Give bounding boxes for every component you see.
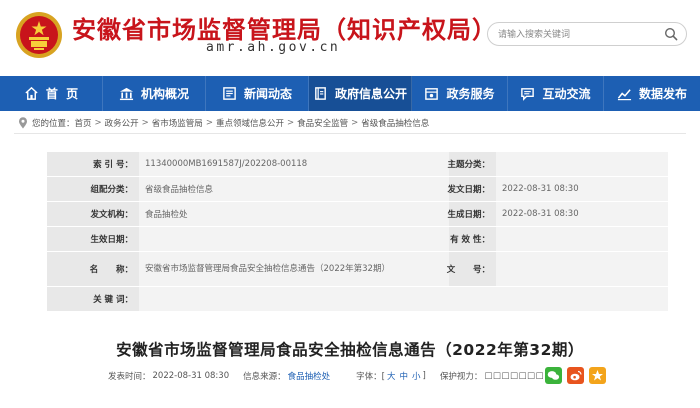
nav-item-home[interactable]: 首 页: [0, 76, 103, 111]
news-icon: [223, 87, 236, 100]
font-size-bracket: ]: [422, 371, 426, 381]
nav-label: 机构概况: [140, 87, 189, 101]
font-size-label: 字体：[: [356, 372, 385, 382]
document-meta-table: 索 引 号： 11340000MB1691587J/202208-00118 主…: [47, 152, 668, 312]
nav-label: 政府信息公开: [334, 87, 407, 101]
breadcrumb-gov-affairs[interactable]: 政务公开: [105, 117, 139, 129]
article-info-bar: 发表时间： 2022-08-31 08:30 信息来源： 食品抽检处 字体：[ …: [108, 369, 553, 383]
date-value: 2022-08-31 08:30: [496, 177, 668, 201]
share-wechat-button[interactable]: [545, 367, 562, 384]
breadcrumb-key-areas[interactable]: 重点领域信息公开: [216, 117, 284, 129]
nav-item-news[interactable]: 新闻动态: [206, 76, 309, 111]
nav-item-data[interactable]: 数据发布: [604, 76, 700, 111]
table-row: 索 引 号： 11340000MB1691587J/202208-00118 主…: [47, 152, 668, 177]
chat-icon: [521, 88, 535, 101]
topic-value: [496, 152, 668, 176]
index-value: 11340000MB1691587J/202208-00118: [139, 152, 449, 176]
font-large-button[interactable]: 大: [387, 370, 396, 382]
site-header: 安徽省市场监督管理局（知识产权局） amr.ah.gov.cn: [0, 0, 700, 76]
book-icon: [315, 87, 326, 100]
org-label: 发文机构：: [47, 202, 139, 226]
validity-value: [496, 227, 668, 251]
index-label: 索 引 号：: [47, 152, 139, 176]
effective-label: 生效日期：: [47, 227, 139, 251]
topic-label: 主题分类：: [447, 152, 496, 176]
nav-item-services[interactable]: 政务服务: [412, 76, 508, 111]
font-small-button[interactable]: 小: [412, 370, 421, 382]
share-weibo-button[interactable]: [567, 367, 584, 384]
main-nav: 首 页 机构概况 新闻动态 政府信息公开 政务服务 互动交流 数据发布: [0, 76, 700, 111]
breadcrumb-food-inspection[interactable]: 省级食品抽检信息: [361, 117, 429, 129]
table-row: 发文机构： 食品抽检处 生成日期： 2022-08-31 08:30: [47, 202, 668, 227]
table-row: 组配分类： 省级食品抽检信息 发文日期： 2022-08-31 08:30: [47, 177, 668, 202]
location-pin-icon: [19, 117, 27, 129]
breadcrumb-separator: >: [351, 118, 359, 128]
breadcrumb: 您的位置： 首页 > 政务公开 > 省市场监管局 > 重点领域信息公开 > 食品…: [18, 116, 429, 130]
nav-label: 首 页: [45, 87, 79, 101]
category-label: 组配分类：: [47, 177, 139, 201]
breadcrumb-separator: >: [141, 118, 149, 128]
stamp-icon: [425, 88, 439, 100]
eye-protect-label: 保护视力：: [439, 372, 483, 382]
effective-value: [139, 227, 449, 251]
building-icon: [119, 87, 134, 101]
search-input[interactable]: [498, 27, 658, 42]
star-icon: [589, 367, 606, 384]
nav-item-interaction[interactable]: 互动交流: [508, 76, 604, 111]
publish-label: 发表时间：: [108, 372, 151, 382]
name-label: 名 称：: [47, 252, 139, 286]
gen-date-label: 生成日期：: [447, 202, 496, 226]
article-title: 安徽省市场监督管理局食品安全抽检信息通告（2022年第32期）: [116, 341, 584, 359]
breadcrumb-home[interactable]: 首页: [75, 117, 92, 129]
category-value: 省级食品抽检信息: [139, 177, 449, 201]
date-label: 发文日期：: [447, 177, 496, 201]
breadcrumb-prefix: 您的位置：: [32, 119, 75, 129]
keywords-label: 关 键 词：: [47, 287, 139, 311]
weibo-icon: [567, 367, 584, 384]
source-link[interactable]: 食品抽检处: [288, 370, 331, 382]
nav-label: 互动交流: [542, 87, 591, 101]
home-icon: [25, 86, 38, 100]
wechat-icon: [545, 367, 562, 384]
breadcrumb-bureau[interactable]: 省市场监管局: [152, 117, 203, 129]
nav-item-about[interactable]: 机构概况: [103, 76, 206, 111]
table-row: 关 键 词：: [47, 287, 668, 312]
eye-protect-swatches[interactable]: □□□□□□□□: [484, 371, 552, 381]
site-domain: amr.ah.gov.cn: [206, 40, 341, 55]
breadcrumb-divider: [14, 133, 686, 134]
nav-label: 数据发布: [638, 87, 687, 101]
gen-date-value: 2022-08-31 08:30: [496, 202, 668, 226]
search-icon[interactable]: [664, 27, 678, 41]
font-medium-button[interactable]: 中: [400, 370, 409, 382]
doc-no-value: [496, 252, 668, 286]
breadcrumb-separator: >: [94, 118, 102, 128]
keywords-value: [139, 287, 668, 311]
name-value: 安徽省市场监督管理局食品安全抽检信息通告（2022年第32期）: [139, 252, 449, 286]
nav-item-gov-info[interactable]: 政府信息公开: [309, 76, 412, 111]
doc-no-label: 文 号：: [447, 252, 496, 286]
breadcrumb-food-safety[interactable]: 食品安全监管: [297, 117, 348, 129]
nav-label: 新闻动态: [243, 87, 292, 101]
breadcrumb-separator: >: [286, 118, 295, 128]
breadcrumb-separator: >: [205, 118, 213, 128]
table-row: 生效日期： 有 效 性：: [47, 227, 668, 252]
validity-label: 有 效 性：: [449, 227, 496, 251]
source-label: 信息来源：: [243, 372, 286, 382]
org-value: 食品抽检处: [139, 202, 449, 226]
national-emblem-icon: [16, 12, 62, 58]
table-row: 名 称： 安徽省市场监督管理局食品安全抽检信息通告（2022年第32期） 文 号…: [47, 252, 668, 287]
search-box: [487, 22, 687, 46]
share-favorite-button[interactable]: [589, 367, 606, 384]
publish-value: 2022-08-31 08:30: [152, 371, 230, 381]
nav-label: 政务服务: [446, 87, 495, 101]
chart-icon: [617, 89, 632, 101]
